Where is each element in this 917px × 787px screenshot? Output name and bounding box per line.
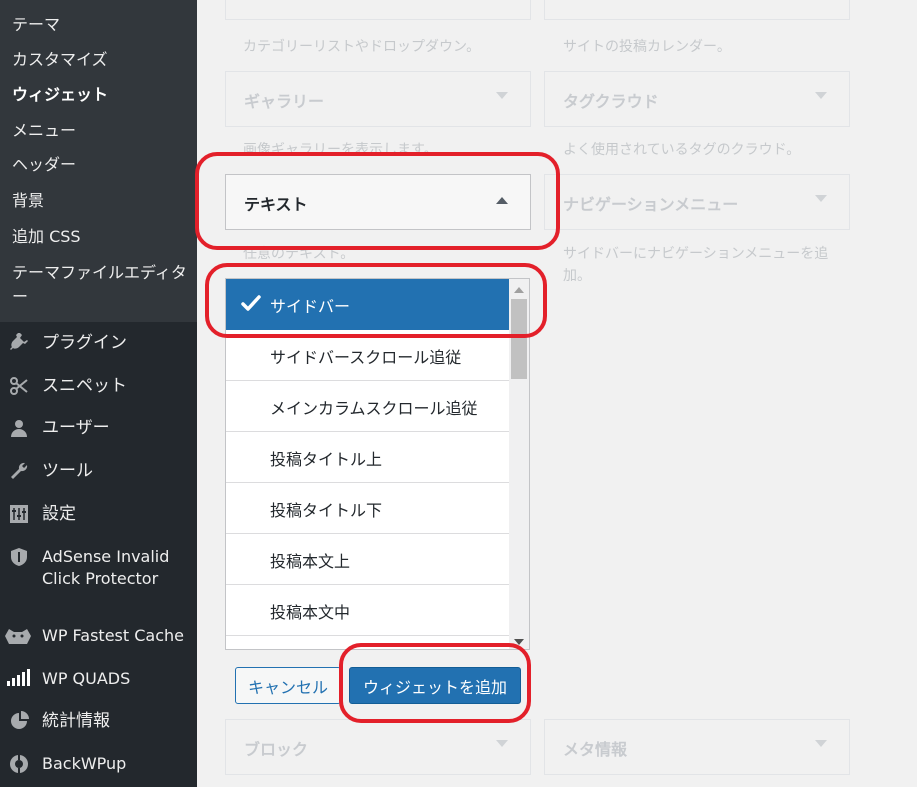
widget-title: タグクラウド bbox=[563, 92, 659, 111]
submenu-item-widgets[interactable]: ウィジェット bbox=[12, 84, 108, 106]
list-item-label: メインカラムスクロール追従 bbox=[270, 399, 478, 418]
widget-title: ナビゲーションメニュー bbox=[563, 195, 739, 214]
widget-title: ブロック bbox=[244, 740, 309, 759]
chevron-up-icon bbox=[496, 197, 508, 204]
pie-chart-icon bbox=[8, 710, 30, 732]
list-item-mid-post-body[interactable]: 投稿本文中 bbox=[226, 585, 510, 636]
menu-item-users[interactable]: ユーザー bbox=[0, 408, 197, 448]
widget-title: テキスト bbox=[244, 195, 308, 214]
menu-label: WP QUADS bbox=[42, 669, 131, 688]
menu-item-plugins[interactable]: プラグイン bbox=[0, 323, 197, 363]
submenu-item-theme-editor[interactable]: テーマファイルエディター bbox=[12, 261, 192, 309]
widget-desc-tag-cloud: よく使用されているタグのクラウド。 bbox=[563, 142, 801, 158]
list-item-sidebar-scroll-follow[interactable]: サイドバースクロール追従 bbox=[226, 330, 510, 381]
menu-label: ツール bbox=[42, 461, 93, 481]
list-item-sidebar[interactable]: サイドバー bbox=[226, 279, 510, 330]
list-item-below-post-title[interactable]: 投稿タイトル下 bbox=[226, 483, 510, 534]
menu-item-wp-quads[interactable]: WP QUADS bbox=[0, 659, 197, 699]
menu-item-wp-fastest-cache[interactable]: WP Fastest Cache bbox=[0, 616, 197, 656]
cancel-button[interactable]: キャンセル bbox=[235, 667, 341, 704]
menu-item-snippets[interactable]: スニペット bbox=[0, 366, 197, 406]
scroll-up-icon[interactable] bbox=[514, 287, 524, 293]
widget-card-navigation-menu[interactable]: ナビゲーションメニュー bbox=[544, 174, 850, 230]
menu-item-adsense-invalid-click-protector[interactable]: AdSense Invalid Click Protector bbox=[0, 546, 197, 596]
menu-label: ユーザー bbox=[42, 418, 110, 438]
user-icon bbox=[8, 417, 30, 439]
list-item-more[interactable] bbox=[226, 636, 510, 649]
widget-desc-gallery: 画像ギャラリーを表示します。 bbox=[243, 142, 438, 158]
chevron-down-icon bbox=[496, 92, 508, 99]
menu-label: AdSense Invalid Click Protector bbox=[42, 547, 170, 588]
menu-label: 統計情報 bbox=[42, 711, 110, 731]
admin-sidebar: テーマ カスタマイズ ウィジェット メニュー ヘッダー 背景 追加 CSS テー… bbox=[0, 0, 197, 787]
checkmark-icon bbox=[241, 295, 261, 311]
menu-item-statistics[interactable]: 統計情報 bbox=[0, 701, 197, 741]
widget-card-meta[interactable]: メタ情報 bbox=[544, 719, 850, 775]
list-item-label: サイドバー bbox=[270, 297, 351, 316]
shield-icon bbox=[8, 546, 30, 568]
chevron-down-icon bbox=[815, 740, 827, 747]
widget-desc-navigation-menu: サイドバーにナビゲーションメニューを追加。 bbox=[563, 246, 829, 284]
chevron-down-icon bbox=[496, 740, 508, 747]
chevron-down-icon bbox=[815, 92, 827, 99]
list-item-above-post-title[interactable]: 投稿タイトル上 bbox=[226, 432, 510, 483]
submenu-item-additional-css[interactable]: 追加 CSS bbox=[12, 226, 81, 248]
scroll-down-icon[interactable] bbox=[514, 639, 524, 645]
menu-item-settings[interactable]: 設定 bbox=[0, 494, 197, 534]
backwpup-icon bbox=[8, 753, 30, 775]
appearance-submenu: テーマ カスタマイズ ウィジェット メニュー ヘッダー 背景 追加 CSS テー… bbox=[0, 0, 197, 322]
list-item-label: 投稿本文中 bbox=[270, 603, 351, 622]
menu-label: 設定 bbox=[42, 504, 76, 524]
widget-card-block[interactable]: ブロック bbox=[225, 719, 531, 775]
signal-bars-icon bbox=[4, 668, 34, 690]
list-item-label: 投稿タイトル下 bbox=[270, 501, 383, 520]
submenu-item-menus[interactable]: メニュー bbox=[12, 120, 76, 142]
widget-desc-text: 任意のテキスト。 bbox=[243, 246, 355, 262]
add-widget-button[interactable]: ウィジェットを追加 bbox=[349, 667, 521, 704]
sidebar-chooser-list[interactable]: サイドバー サイドバースクロール追従 メインカラムスクロール追従 投稿タイトル上… bbox=[225, 278, 530, 650]
settings-icon bbox=[8, 503, 30, 525]
list-item-above-post-body[interactable]: 投稿本文上 bbox=[226, 534, 510, 585]
menu-label: プラグイン bbox=[42, 333, 127, 353]
list-item-label: 投稿タイトル上 bbox=[270, 450, 383, 469]
scissors-icon bbox=[8, 375, 30, 397]
wrench-icon bbox=[8, 460, 30, 482]
widget-desc-categories: カテゴリーリストやドロップダウン。 bbox=[243, 39, 481, 55]
submenu-item-background[interactable]: 背景 bbox=[12, 190, 44, 212]
menu-item-tools[interactable]: ツール bbox=[0, 451, 197, 491]
chevron-down-icon bbox=[815, 195, 827, 202]
widget-card-gallery[interactable]: ギャラリー bbox=[225, 71, 531, 127]
list-item-label: 投稿本文上 bbox=[270, 552, 351, 571]
submenu-item-header[interactable]: ヘッダー bbox=[12, 154, 76, 176]
submenu-item-customize[interactable]: カスタマイズ bbox=[12, 49, 108, 71]
cheetah-icon bbox=[2, 625, 34, 647]
menu-label: BackWPup bbox=[42, 754, 127, 773]
list-scrollbar[interactable] bbox=[509, 279, 529, 649]
menu-item-backwpup[interactable]: BackWPup bbox=[0, 744, 197, 784]
scrollbar-thumb[interactable] bbox=[511, 299, 527, 379]
widget-card-tag-cloud[interactable]: タグクラウド bbox=[544, 71, 850, 127]
widget-title: ギャラリー bbox=[244, 92, 325, 111]
list-item-main-column-scroll-follow[interactable]: メインカラムスクロール追従 bbox=[226, 381, 510, 432]
widget-title: メタ情報 bbox=[563, 740, 628, 759]
list-item-label: サイドバースクロール追従 bbox=[270, 348, 462, 367]
widget-card-categories[interactable] bbox=[225, 0, 531, 20]
menu-label: WP Fastest Cache bbox=[42, 626, 184, 645]
widget-card-calendar[interactable] bbox=[544, 0, 850, 20]
plugin-icon bbox=[8, 332, 30, 354]
menu-label: スニペット bbox=[42, 376, 127, 396]
widget-desc-calendar: サイトの投稿カレンダー。 bbox=[563, 39, 731, 55]
widget-card-text[interactable]: テキスト bbox=[225, 174, 531, 230]
submenu-item-themes[interactable]: テーマ bbox=[12, 14, 60, 36]
